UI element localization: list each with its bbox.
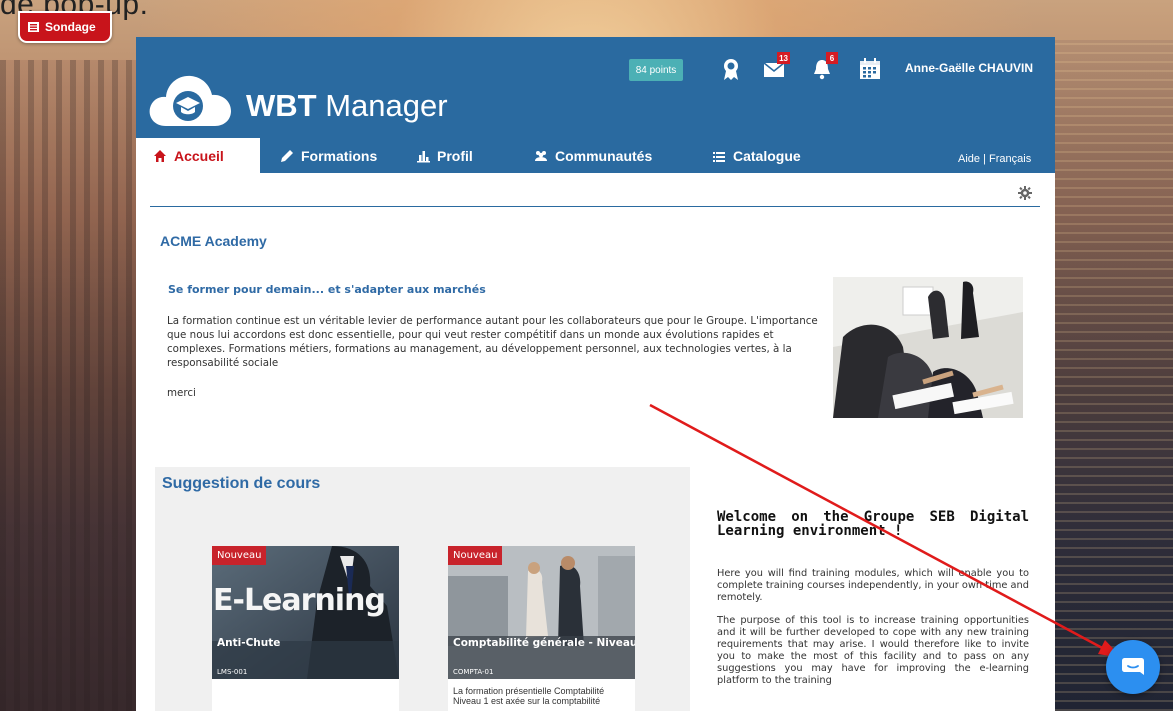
content-divider [150, 206, 1040, 207]
mail-icon[interactable]: 13 [762, 52, 790, 82]
survey-list-icon [28, 22, 39, 32]
suggestions-title: Suggestion de cours [162, 475, 321, 492]
course-name: Anti-Chute [217, 637, 281, 649]
cloud-logo-icon [149, 75, 231, 126]
notifications-count-badge: 6 [826, 52, 838, 64]
tab-label: Communautés [555, 147, 653, 164]
tab-label: Catalogue [733, 147, 801, 164]
settings-gear-icon[interactable] [1018, 186, 1032, 200]
course-name: Comptabilité générale - Niveau 1 [453, 637, 635, 649]
messages-count-badge: 13 [777, 52, 790, 64]
new-badge: Nouveau [448, 546, 503, 565]
course-card[interactable]: Nouveau E-Learning Anti-Chute LMS-001 [212, 546, 399, 711]
tab-label: Profil [437, 147, 473, 164]
thumbnail-text: E-Learning [213, 583, 386, 618]
home-icon [154, 149, 166, 162]
tab-accueil[interactable]: Accueil [136, 138, 260, 173]
tab-formations[interactable]: Formations [280, 138, 377, 173]
tab-label: Accueil [174, 147, 224, 164]
section-subtitle: Se former pour demain... et s'adapter au… [168, 283, 486, 296]
app-window: WBT Manager 84 points 13 6 Anne-Gaëlle C… [136, 37, 1055, 711]
points-badge[interactable]: 84 points [629, 59, 683, 81]
chat-button[interactable] [1106, 640, 1160, 694]
page-title: ACME Academy [160, 233, 267, 249]
separator: | [983, 153, 986, 165]
background-city-left [0, 60, 136, 711]
course-thumbnail: Nouveau Comptabilité générale - Niveau 1… [448, 546, 635, 679]
award-icon[interactable] [718, 56, 744, 82]
tab-profil[interactable]: Profil [416, 138, 473, 173]
list-icon [713, 151, 725, 162]
tab-communautes[interactable]: Communautés [534, 138, 652, 173]
course-thumbnail: Nouveau E-Learning Anti-Chute LMS-001 [212, 546, 399, 679]
course-suggestions-panel: Suggestion de cours Nouveau E-Learning A… [155, 467, 690, 711]
closing-text: merci [167, 387, 196, 399]
app-header: WBT Manager 84 points 13 6 Anne-Gaëlle C… [136, 37, 1055, 173]
course-code: COMPTA-01 [453, 668, 494, 676]
user-name[interactable]: Anne-Gaëlle CHAUVIN [905, 61, 1033, 75]
help-language-links: Aide | Français [958, 153, 1031, 165]
survey-button[interactable]: Sondage [18, 11, 112, 43]
course-card[interactable]: Nouveau Comptabilité générale - Niveau 1… [448, 546, 635, 711]
pencil-icon [281, 149, 293, 162]
tab-label: Formations [301, 147, 378, 164]
calendar-icon[interactable] [857, 56, 883, 82]
logo-bold-text: WBT [246, 88, 317, 123]
welcome-paragraph-2: The purpose of this tool is to increase … [717, 615, 1029, 686]
bar-chart-icon [417, 150, 430, 162]
course-code: LMS-001 [217, 668, 248, 676]
background-city-right [1055, 40, 1173, 711]
welcome-title: Welcome on the Groupe SEB Digital Learni… [717, 509, 1029, 539]
users-icon [535, 150, 547, 161]
language-link[interactable]: Français [989, 153, 1031, 165]
welcome-paragraph-1: Here you will find training modules, whi… [717, 568, 1029, 603]
help-link[interactable]: Aide [958, 153, 980, 165]
intro-paragraph: La formation continue est un véritable l… [167, 315, 818, 369]
app-logo-text: WBT Manager [246, 88, 448, 124]
new-badge: Nouveau [212, 546, 267, 565]
survey-label: Sondage [45, 20, 96, 34]
logo-light-text: Manager [316, 88, 448, 123]
classroom-photo [833, 277, 1023, 418]
course-description: La formation présentielle Comptabilité N… [453, 686, 605, 706]
notification-bell-icon[interactable]: 6 [810, 52, 838, 82]
chat-icon [1122, 658, 1144, 675]
tab-catalogue[interactable]: Catalogue [712, 138, 801, 173]
